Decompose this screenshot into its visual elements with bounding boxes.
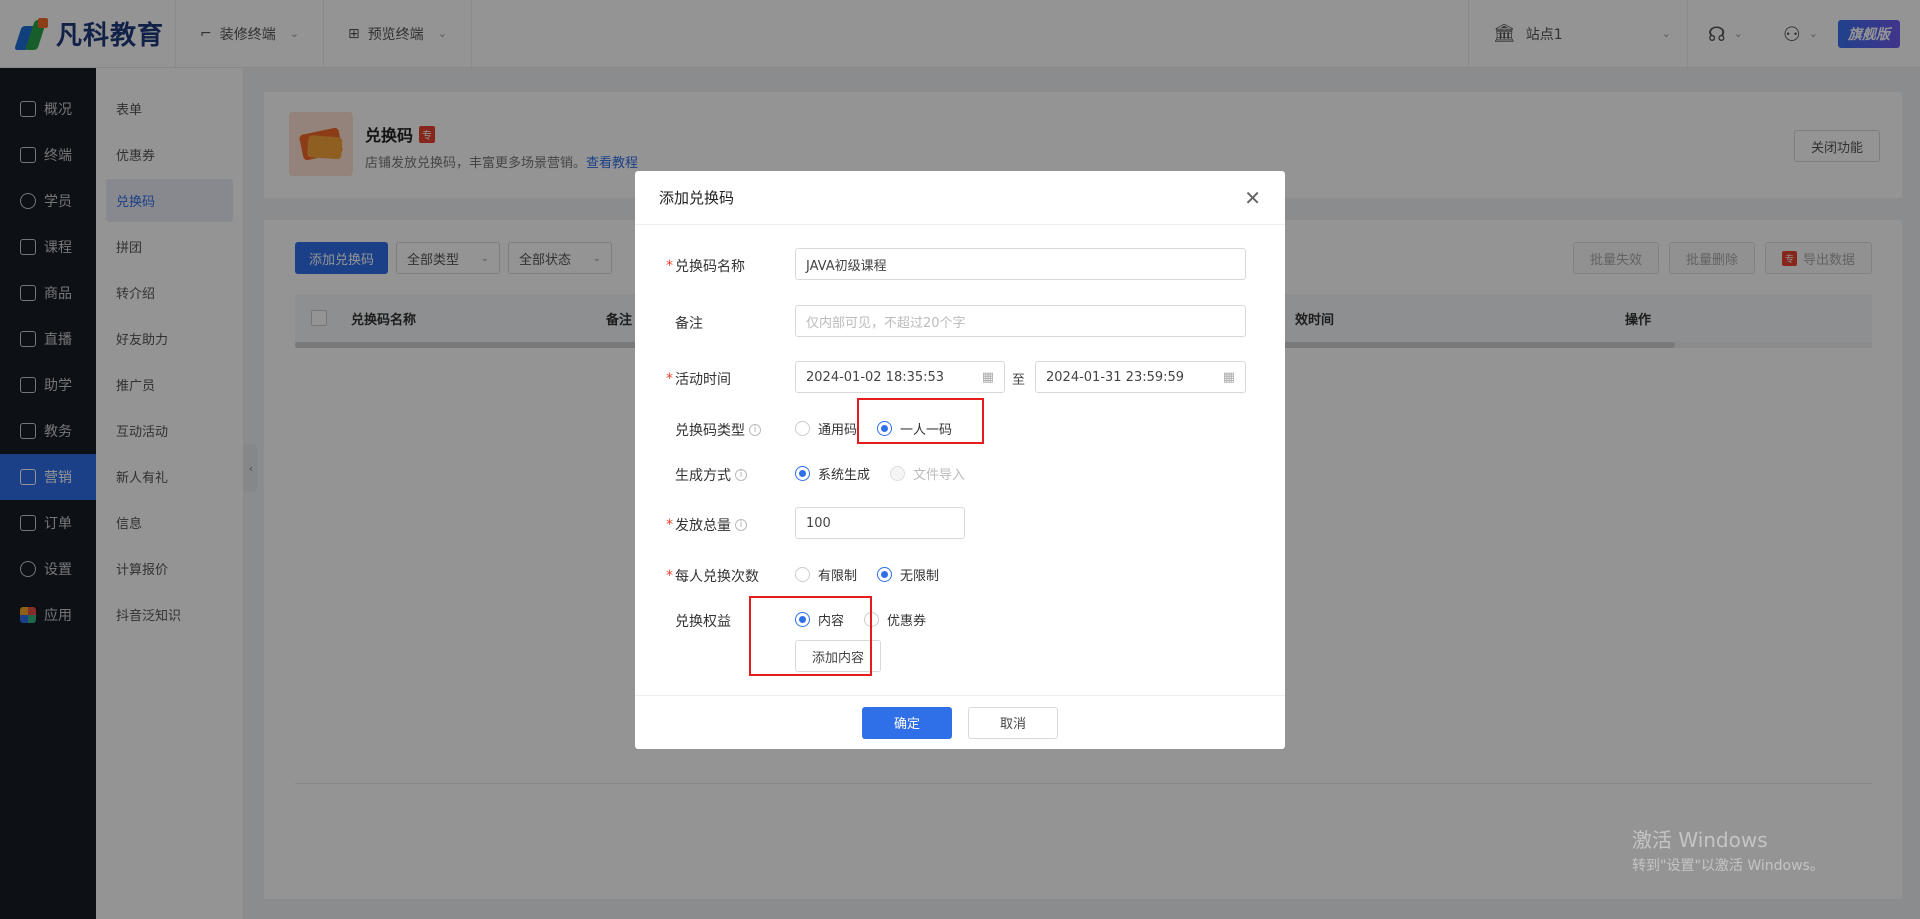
total-quantity-label-text: 发放总量 (675, 518, 731, 534)
radio-coupon[interactable]: 优惠券 (864, 610, 926, 629)
generation-method-label-text: 生成方式 (675, 468, 731, 484)
dialog-title: 添加兑换码 (659, 189, 735, 207)
info-icon[interactable]: i (735, 519, 747, 531)
confirm-button[interactable]: 确定 (862, 706, 952, 739)
end-time-picker[interactable]: 2024-01-31 23:59:59 ▦ (1035, 361, 1246, 393)
total-quantity-input[interactable]: 100 (795, 507, 965, 539)
per-person-limit-label: * 每人兑换次数 (666, 566, 759, 586)
radio-label: 无限制 (900, 569, 940, 584)
watermark-line-2: 转到"设置"以激活 Windows。 (1632, 858, 1824, 874)
radio-dot (795, 421, 810, 436)
calendar-icon: ▦ (981, 369, 994, 385)
total-quantity-label: * 发放总量 i (666, 515, 747, 535)
watermark-line-1: 激活 Windows (1632, 828, 1768, 852)
windows-activation-watermark: 激活 Windows 转到"设置"以激活 Windows。 (1632, 824, 1824, 875)
radio-limited[interactable]: 有限制 (795, 565, 857, 584)
radio-dot (890, 466, 906, 481)
highlight-box-code-type (857, 398, 984, 444)
close-icon[interactable]: ✕ (1244, 186, 1261, 210)
radio-label: 优惠券 (887, 614, 927, 629)
radio-label: 通用码 (818, 423, 858, 438)
code-type-label-text: 兑换码类型 (675, 423, 745, 439)
required-mark: * (666, 517, 673, 533)
calendar-icon: ▦ (1222, 369, 1235, 385)
radio-label: 文件导入 (913, 468, 966, 483)
required-mark: * (666, 258, 673, 274)
highlight-box-benefit (749, 596, 872, 676)
info-icon[interactable]: i (749, 424, 761, 436)
activity-time-label-text: 活动时间 (675, 372, 731, 388)
per-person-limit-radio-group: 有限制 无限制 (795, 565, 939, 584)
end-time-value: 2024-01-31 23:59:59 (1046, 369, 1185, 385)
radio-dot (795, 466, 810, 481)
dialog-header: 添加兑换码 ✕ (635, 171, 1285, 225)
remark-input[interactable]: 仅内部可见，不超过20个字 (795, 305, 1246, 337)
radio-general-code[interactable]: 通用码 (795, 419, 857, 438)
radio-system-generate[interactable]: 系统生成 (795, 464, 870, 483)
start-time-picker[interactable]: 2024-01-02 18:35:53 ▦ (795, 361, 1005, 393)
radio-label: 系统生成 (818, 468, 871, 483)
dialog-footer: 确定 取消 (635, 695, 1285, 749)
name-label: * 兑换码名称 (666, 256, 745, 276)
add-redeem-code-dialog: 添加兑换码 ✕ * 兑换码名称 JAVA初级课程 备注 仅内部可见，不超过20个字… (635, 171, 1285, 749)
start-time-value: 2024-01-02 18:35:53 (806, 369, 945, 385)
radio-dot (877, 567, 893, 582)
radio-unlimited[interactable]: 无限制 (877, 565, 939, 584)
redeem-code-name-input[interactable]: JAVA初级课程 (795, 248, 1246, 280)
range-separator: 至 (1012, 373, 1026, 388)
required-mark: * (666, 371, 673, 387)
remark-label: 备注 (675, 316, 703, 332)
cancel-button[interactable]: 取消 (968, 706, 1058, 739)
info-icon[interactable]: i (735, 469, 747, 481)
radio-file-import[interactable]: 文件导入 (890, 464, 965, 483)
generation-method-label: 生成方式 i (675, 465, 747, 485)
code-type-label: 兑换码类型 i (675, 420, 761, 440)
activity-time-label: * 活动时间 (666, 369, 731, 389)
per-person-limit-label-text: 每人兑换次数 (675, 569, 759, 585)
radio-dot (795, 567, 810, 582)
radio-label: 有限制 (818, 569, 858, 584)
required-mark: * (666, 568, 673, 584)
name-label-text: 兑换码名称 (675, 259, 745, 275)
generation-method-radio-group: 系统生成 文件导入 (795, 464, 965, 483)
benefit-label: 兑换权益 (675, 614, 731, 630)
